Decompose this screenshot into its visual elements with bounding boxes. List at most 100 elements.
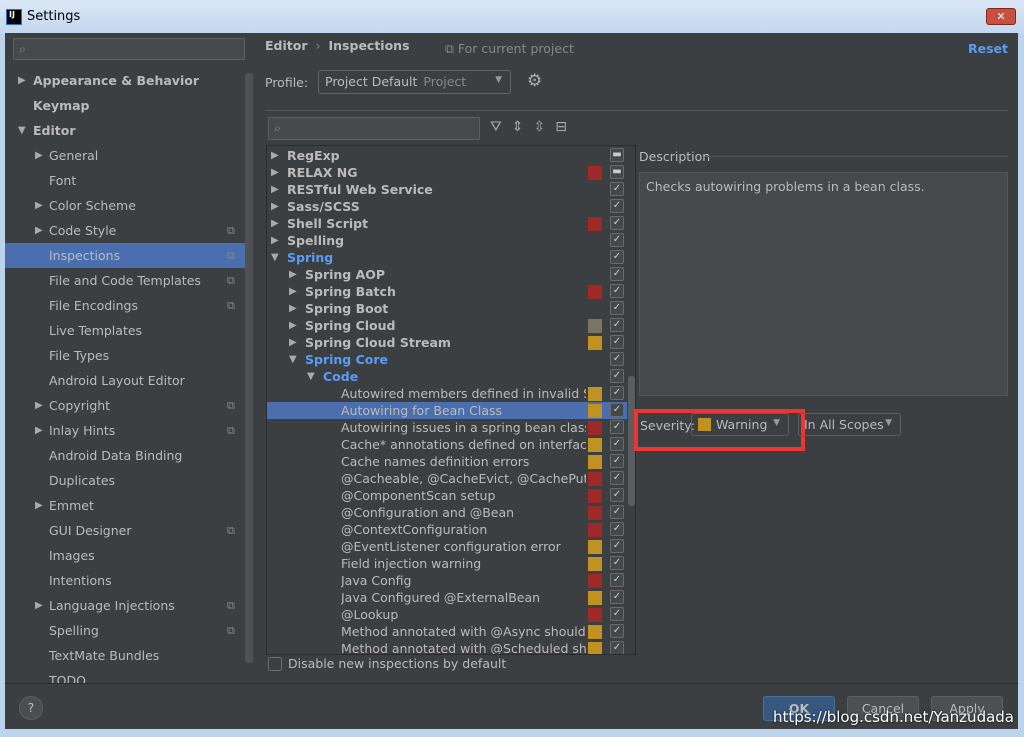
sidebar-item-font[interactable]: Font [5, 168, 245, 193]
chevron-right-icon[interactable]: ▶ [271, 181, 279, 198]
chevron-right-icon[interactable]: ▶ [289, 317, 297, 334]
chevron-right-icon[interactable]: ▶ [289, 334, 297, 351]
enabled-checkbox[interactable]: ✓ [610, 369, 624, 383]
reset-to-empty-icon[interactable]: ⊟ [555, 119, 577, 135]
enabled-checkbox[interactable]: ✓ [610, 250, 624, 264]
chevron-right-icon[interactable]: ▶ [289, 300, 297, 317]
tree-row[interactable]: ▶ RESTful Web Service ✓ [267, 181, 627, 198]
sidebar-item-android-layout-editor[interactable]: Android Layout Editor [5, 368, 245, 393]
collapse-all-icon[interactable]: ⇳ [534, 119, 556, 135]
sidebar-item-file-encodings[interactable]: File Encodings ⧉ [5, 293, 245, 318]
tree-row[interactable]: ▶ RELAX NG ▬ [267, 164, 627, 181]
enabled-checkbox[interactable]: ✓ [610, 267, 624, 281]
sidebar-item-todo[interactable]: TODO [5, 668, 245, 683]
settings-search-input[interactable]: ⌕ [13, 38, 245, 60]
tree-row[interactable]: Field injection warning ✓ [267, 555, 627, 572]
enabled-checkbox[interactable]: ✓ [610, 386, 624, 400]
sidebar-item-language-injections[interactable]: ▶ Language Injections ⧉ [5, 593, 245, 618]
chevron-right-icon[interactable]: ▶ [271, 232, 279, 249]
sidebar-item-spelling[interactable]: Spelling ⧉ [5, 618, 245, 643]
chevron-right-icon[interactable]: ▶ [271, 164, 279, 181]
sidebar-item-code-style[interactable]: ▶ Code Style ⧉ [5, 218, 245, 243]
chevron-right-icon[interactable]: ▶ [35, 593, 43, 618]
chevron-right-icon[interactable]: ▶ [289, 283, 297, 300]
sidebar-item-keymap[interactable]: Keymap [5, 93, 245, 118]
enabled-checkbox[interactable]: ✓ [610, 318, 624, 332]
enabled-checkbox[interactable]: ✓ [610, 216, 624, 230]
enabled-checkbox[interactable]: ✓ [610, 488, 624, 502]
enabled-checkbox[interactable]: ✓ [610, 607, 624, 621]
profile-dropdown[interactable]: Project Default Project ▼ [318, 70, 511, 94]
enabled-checkbox[interactable]: ✓ [610, 284, 624, 298]
enabled-checkbox[interactable]: ✓ [610, 454, 624, 468]
chevron-right-icon[interactable]: ▶ [35, 143, 43, 168]
chevron-right-icon[interactable]: ▶ [289, 266, 297, 283]
tree-row[interactable]: ▶ RegExp ▬ [267, 147, 627, 164]
sidebar-item-inspections[interactable]: Inspections ⧉ [5, 243, 245, 268]
chevron-down-icon[interactable]: ▼ [18, 118, 26, 143]
tree-row[interactable]: Autowired members defined in invalid Spr… [267, 385, 627, 402]
help-button[interactable]: ? [19, 696, 43, 720]
scope-dropdown[interactable]: In All Scopes ▼ [798, 413, 901, 436]
breadcrumb-editor[interactable]: Editor [265, 38, 308, 53]
sidebar-item-editor[interactable]: ▼ Editor [5, 118, 245, 143]
tree-row[interactable]: ▶ Spring Boot ✓ [267, 300, 627, 317]
enabled-checkbox[interactable]: ✓ [610, 182, 624, 196]
tree-row[interactable]: ▶ Spelling ✓ [267, 232, 627, 249]
enabled-checkbox[interactable]: ✓ [610, 505, 624, 519]
enabled-checkbox[interactable]: ✓ [610, 352, 624, 366]
tree-row[interactable]: ▶ Spring AOP ✓ [267, 266, 627, 283]
enabled-checkbox[interactable]: ✓ [610, 624, 624, 638]
tree-row[interactable]: Cache* annotations defined on interfaces… [267, 436, 627, 453]
chevron-right-icon[interactable]: ▶ [35, 418, 43, 443]
enabled-checkbox[interactable]: ✓ [610, 522, 624, 536]
close-button[interactable]: ✕ [986, 8, 1016, 25]
tree-row[interactable]: @ComponentScan setup ✓ [267, 487, 627, 504]
sidebar-item-copyright[interactable]: ▶ Copyright ⧉ [5, 393, 245, 418]
chevron-right-icon[interactable]: ▶ [271, 215, 279, 232]
tree-row[interactable]: @EventListener configuration error ✓ [267, 538, 627, 555]
chevron-right-icon[interactable]: ▶ [35, 193, 43, 218]
sidebar-item-emmet[interactable]: ▶ Emmet [5, 493, 245, 518]
enabled-checkbox[interactable]: ✓ [610, 403, 624, 417]
sidebar-item-file-types[interactable]: File Types [5, 343, 245, 368]
sidebar-item-file-and-code-templates[interactable]: File and Code Templates ⧉ [5, 268, 245, 293]
tree-row[interactable]: @Lookup ✓ [267, 606, 627, 623]
enabled-checkbox[interactable]: ✓ [610, 420, 624, 434]
gear-icon[interactable]: ⚙ [527, 71, 542, 91]
tree-row[interactable]: ▼ Spring ✓ [267, 249, 627, 266]
tree-row[interactable]: Cache names definition errors ✓ [267, 453, 627, 470]
tree-row[interactable]: ▶ Spring Batch ✓ [267, 283, 627, 300]
sidebar-item-gui-designer[interactable]: GUI Designer ⧉ [5, 518, 245, 543]
enabled-checkbox[interactable]: ✓ [610, 233, 624, 247]
chevron-down-icon[interactable]: ▼ [271, 249, 279, 266]
chevron-down-icon[interactable]: ▼ [289, 351, 297, 368]
tree-row[interactable]: Method annotated with @Scheduled shou ✓ [267, 640, 627, 654]
inspection-search-input[interactable]: ⌕ [268, 117, 480, 140]
enabled-checkbox[interactable]: ✓ [610, 590, 624, 604]
sidebar-item-general[interactable]: ▶ General [5, 143, 245, 168]
enabled-checkbox[interactable]: ✓ [610, 199, 624, 213]
sidebar-item-appearance-behavior[interactable]: ▶ Appearance & Behavior [5, 68, 245, 93]
enabled-checkbox[interactable]: ▬ [610, 165, 624, 179]
chevron-right-icon[interactable]: ▶ [271, 198, 279, 215]
enabled-checkbox[interactable]: ✓ [610, 335, 624, 349]
checkbox-box[interactable] [268, 657, 282, 671]
chevron-right-icon[interactable]: ▶ [35, 493, 43, 518]
enabled-checkbox[interactable]: ✓ [610, 437, 624, 451]
sidebar-item-intentions[interactable]: Intentions [5, 568, 245, 593]
sidebar-item-android-data-binding[interactable]: Android Data Binding [5, 443, 245, 468]
tree-row[interactable]: Autowiring issues in a spring bean class… [267, 419, 627, 436]
enabled-checkbox[interactable]: ✓ [610, 471, 624, 485]
tree-row[interactable]: ▶ Shell Script ✓ [267, 215, 627, 232]
enabled-checkbox[interactable]: ▬ [610, 148, 624, 162]
sidebar-item-color-scheme[interactable]: ▶ Color Scheme [5, 193, 245, 218]
sidebar-item-images[interactable]: Images [5, 543, 245, 568]
sidebar-scrollbar[interactable] [245, 73, 253, 663]
sidebar-item-live-templates[interactable]: Live Templates [5, 318, 245, 343]
sidebar-item-inlay-hints[interactable]: ▶ Inlay Hints ⧉ [5, 418, 245, 443]
enabled-checkbox[interactable]: ✓ [610, 573, 624, 587]
enabled-checkbox[interactable]: ✓ [610, 301, 624, 315]
enabled-checkbox[interactable]: ✓ [610, 556, 624, 570]
enabled-checkbox[interactable]: ✓ [610, 641, 624, 654]
